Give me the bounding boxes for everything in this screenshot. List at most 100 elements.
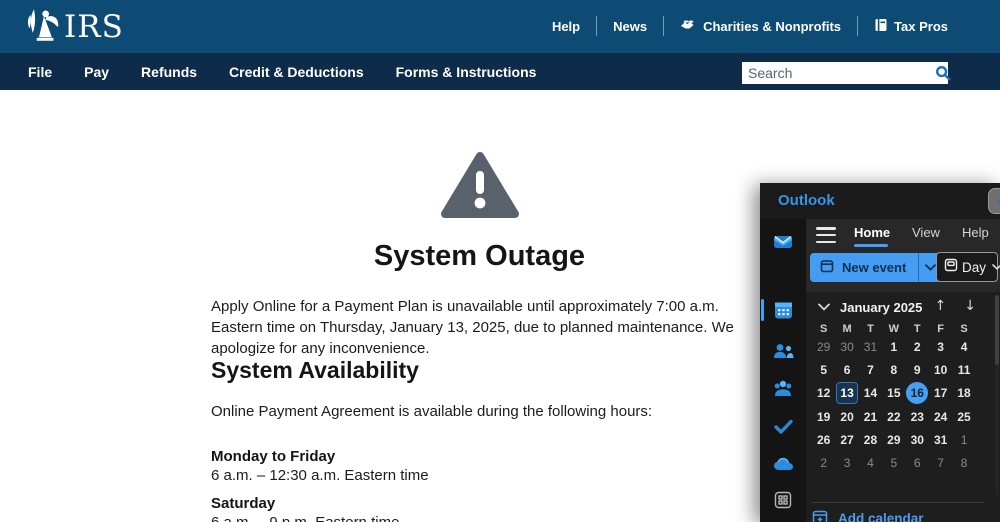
calendar-day-cell[interactable]: 3: [930, 336, 952, 358]
calendar-day-cell[interactable]: 31: [930, 429, 952, 451]
prev-month-arrow[interactable]: ↑: [935, 298, 947, 314]
groups-icon[interactable]: [771, 377, 795, 399]
utility-link-taxpros[interactable]: Tax Pros: [874, 18, 948, 35]
tab-home[interactable]: Home: [854, 225, 890, 240]
utility-link-help[interactable]: Help: [552, 19, 580, 34]
new-event-label: New event: [842, 260, 907, 275]
day-view-button[interactable]: Day: [936, 252, 1000, 282]
calendar-day-cell[interactable]: 10: [930, 359, 952, 381]
active-tab-underline: [854, 244, 888, 247]
apps-grid-icon[interactable]: [771, 489, 795, 511]
nav-item-forms-instructions[interactable]: Forms & Instructions: [396, 64, 537, 80]
month-collapse-chevron-icon[interactable]: [818, 298, 830, 316]
calendar-day-cell[interactable]: 23: [906, 406, 928, 428]
next-month-arrow[interactable]: ↓: [964, 298, 976, 314]
calendar-day-cell[interactable]: 4: [953, 336, 975, 358]
nav-item-credit-deductions[interactable]: Credit & Deductions: [229, 64, 364, 80]
outlook-app-rail: [760, 219, 806, 522]
people-icon[interactable]: [771, 340, 795, 362]
hands-icon: [680, 18, 697, 35]
day-view-label: Day: [962, 259, 987, 275]
mail-icon[interactable]: [771, 231, 795, 253]
search-input[interactable]: [742, 65, 935, 81]
hamburger-menu-icon[interactable]: [816, 227, 836, 243]
calendar-day-cell[interactable]: 29: [813, 336, 835, 358]
calendar-day-cell[interactable]: 28: [859, 429, 881, 451]
calendar-day-cell[interactable]: 3: [836, 452, 858, 474]
scrollbar[interactable]: [995, 295, 999, 495]
outlook-titlebar: Outlook: [760, 183, 1000, 219]
divider: [663, 16, 665, 36]
weekday-label: W: [888, 323, 900, 335]
calendar-day-cell[interactable]: 19: [813, 406, 835, 428]
day-view-chevron[interactable]: [992, 264, 1000, 270]
calendar-day-cell[interactable]: 2: [906, 336, 928, 358]
new-event-button[interactable]: New event: [810, 253, 942, 282]
calendar-day-cell[interactable]: 12: [813, 382, 835, 404]
outage-message: Apply Online for a Payment Plan is unava…: [211, 298, 734, 357]
calendar-day-cell[interactable]: 30: [836, 336, 858, 358]
calendar-day-cell[interactable]: 9: [906, 359, 928, 381]
calendar-day-cell[interactable]: 8: [883, 359, 905, 381]
utility-nav: Help News Charities & Nonprofits Tax Pro…: [552, 16, 948, 36]
calendar-day-cell[interactable]: 17: [930, 382, 952, 404]
warning-icon: [441, 152, 519, 227]
month-label[interactable]: January 2025: [840, 300, 922, 315]
weekday-label: S: [960, 323, 968, 335]
cutoff-profile-button[interactable]: [988, 188, 1000, 214]
calendar-day-cell[interactable]: 8: [953, 452, 975, 474]
onedrive-cloud-icon[interactable]: [771, 453, 795, 475]
calendar-day-cell[interactable]: 18: [953, 382, 975, 404]
calendar-day-cell[interactable]: 5: [813, 359, 835, 381]
calendar-day-cell[interactable]: 26: [813, 429, 835, 451]
calendar-day-cell[interactable]: 29: [883, 429, 905, 451]
calendar-day-cell[interactable]: 7: [930, 452, 952, 474]
calendar-day-cell[interactable]: 21: [859, 406, 881, 428]
scrollbar-thumb[interactable]: [995, 295, 999, 365]
calendar-day-cell[interactable]: 6: [906, 452, 928, 474]
calendar-day-cell[interactable]: 1: [883, 336, 905, 358]
utility-link-charities[interactable]: Charities & Nonprofits: [680, 18, 841, 35]
calendar-day-cell[interactable]: 2: [813, 452, 835, 474]
hours-weekday-label: Monday to Friday: [211, 448, 336, 465]
calendar-day-cell[interactable]: 13: [836, 382, 859, 405]
tab-view[interactable]: View: [912, 225, 940, 240]
calendar-day-cell[interactable]: 16: [906, 382, 929, 405]
calendar-day-cell[interactable]: 22: [883, 406, 905, 428]
calendar-icon[interactable]: [771, 299, 795, 321]
day-view-icon: [944, 258, 958, 277]
hours-saturday-label: Saturday: [211, 495, 276, 512]
hours-weekday-time: 6 a.m. – 12:30 a.m. Eastern time: [211, 467, 429, 484]
calendar-day-cell[interactable]: 25: [953, 406, 975, 428]
calendar-day-cell[interactable]: 27: [836, 429, 858, 451]
calendar-day-cell[interactable]: 24: [930, 406, 952, 428]
calendar-day-cell[interactable]: 20: [836, 406, 858, 428]
add-calendar-button[interactable]: Add calendar: [812, 509, 924, 522]
weekday-label: F: [937, 323, 945, 335]
nav-item-refunds[interactable]: Refunds: [141, 64, 197, 80]
tab-help[interactable]: Help: [962, 225, 989, 240]
nav-item-file[interactable]: File: [28, 64, 52, 80]
calendar-day-cell[interactable]: 14: [859, 382, 881, 404]
availability-heading: System Availability: [211, 357, 419, 383]
irs-logo[interactable]: IRS: [26, 8, 124, 46]
calendar-day-cell[interactable]: 7: [859, 359, 881, 381]
todo-check-icon[interactable]: [771, 415, 795, 437]
calendar-day-cell[interactable]: 1: [953, 429, 975, 451]
calendar-day-cell[interactable]: 30: [906, 429, 928, 451]
irs-eagle-icon: [26, 6, 62, 49]
calendar-day-cell[interactable]: 11: [953, 359, 975, 381]
weekday-label: M: [842, 323, 852, 335]
weekday-row: SMTWTFS: [812, 323, 976, 335]
search-icon[interactable]: [935, 65, 951, 81]
utility-link-news[interactable]: News: [613, 19, 647, 34]
new-event-calendar-icon: [820, 259, 834, 276]
calendar-day-cell[interactable]: 31: [859, 336, 881, 358]
calendar-day-cell[interactable]: 4: [859, 452, 881, 474]
weekday-label: S: [820, 323, 828, 335]
hours-saturday-time: 6 a.m. – 9 p.m. Eastern time: [211, 514, 399, 522]
calendar-day-cell[interactable]: 15: [883, 382, 905, 404]
calendar-day-cell[interactable]: 5: [883, 452, 905, 474]
nav-item-pay[interactable]: Pay: [84, 64, 109, 80]
calendar-day-cell[interactable]: 6: [836, 359, 858, 381]
